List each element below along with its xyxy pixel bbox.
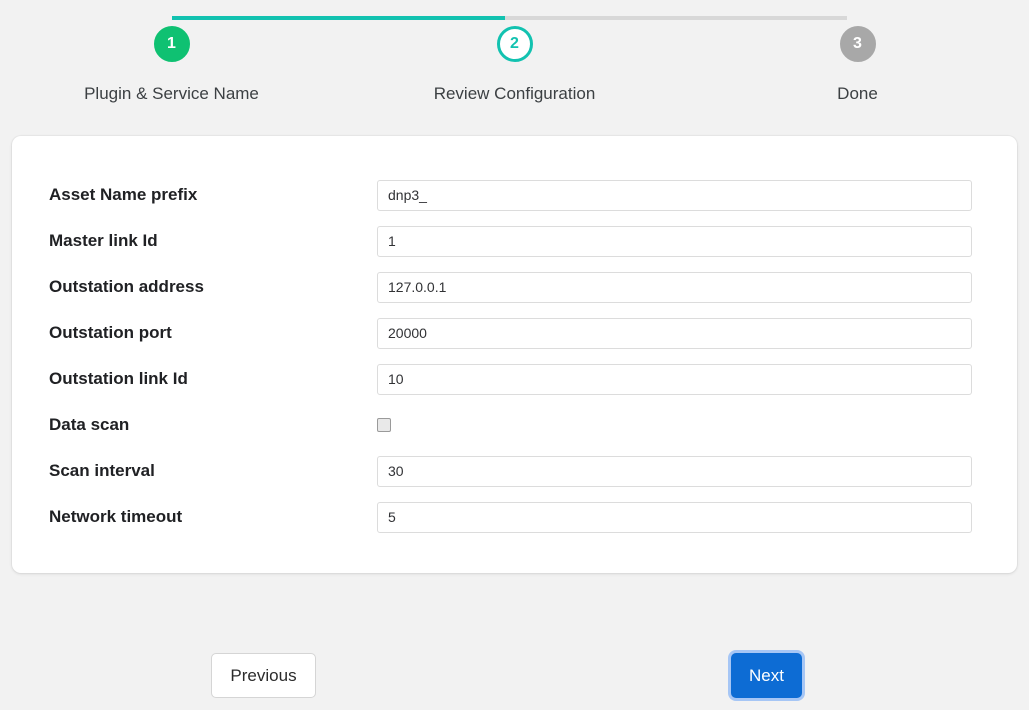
stepper-connector-1 xyxy=(172,16,505,20)
form-row-asset-name-prefix: Asset Name prefix xyxy=(12,172,1017,218)
label-scan-interval: Scan interval xyxy=(49,461,155,480)
label-master-link-id: Master link Id xyxy=(49,231,158,250)
configuration-card: Asset Name prefix Master link Id Outstat… xyxy=(12,136,1017,573)
configuration-form: Asset Name prefix Master link Id Outstat… xyxy=(12,136,1017,540)
stepper-step-3[interactable]: 3 Done xyxy=(686,26,1029,104)
step-2-number: 2 xyxy=(496,26,533,62)
form-row-network-timeout: Network timeout xyxy=(12,494,1017,540)
label-data-scan: Data scan xyxy=(49,415,130,434)
step-1-number: 1 xyxy=(153,26,190,62)
form-row-master-link-id: Master link Id xyxy=(12,218,1017,264)
next-button[interactable]: Next xyxy=(731,653,802,698)
label-outstation-port: Outstation port xyxy=(49,323,172,342)
input-outstation-link-id[interactable] xyxy=(377,363,972,395)
step-3-number: 3 xyxy=(839,26,876,62)
checkbox-data-scan[interactable] xyxy=(377,418,391,432)
stepper-step-2[interactable]: 2 Review Configuration xyxy=(343,26,686,104)
input-scan-interval[interactable] xyxy=(377,455,972,487)
form-row-outstation-port: Outstation port xyxy=(12,310,1017,356)
step-3-label: Done xyxy=(837,84,878,103)
previous-button[interactable]: Previous xyxy=(211,653,316,698)
label-network-timeout: Network timeout xyxy=(49,507,183,526)
stepper-connector-2 xyxy=(505,16,847,20)
form-row-outstation-address: Outstation address xyxy=(12,264,1017,310)
label-asset-name-prefix: Asset Name prefix xyxy=(49,185,198,204)
label-outstation-link-id: Outstation link Id xyxy=(49,369,188,388)
form-row-scan-interval: Scan interval xyxy=(12,448,1017,494)
step-2-label: Review Configuration xyxy=(433,84,596,103)
label-outstation-address: Outstation address xyxy=(49,277,204,296)
input-asset-name-prefix[interactable] xyxy=(377,179,972,211)
form-row-data-scan: Data scan xyxy=(12,402,1017,448)
input-outstation-address[interactable] xyxy=(377,271,972,303)
input-master-link-id[interactable] xyxy=(377,225,972,257)
input-outstation-port[interactable] xyxy=(377,317,972,349)
stepper-step-1[interactable]: 1 Plugin & Service Name xyxy=(0,26,343,104)
wizard-footer: Previous Next xyxy=(0,653,1029,699)
wizard-stepper: 1 Plugin & Service Name 2 Review Configu… xyxy=(0,0,1029,110)
step-1-label: Plugin & Service Name xyxy=(84,84,259,103)
input-network-timeout[interactable] xyxy=(377,501,972,533)
form-row-outstation-link-id: Outstation link Id xyxy=(12,356,1017,402)
